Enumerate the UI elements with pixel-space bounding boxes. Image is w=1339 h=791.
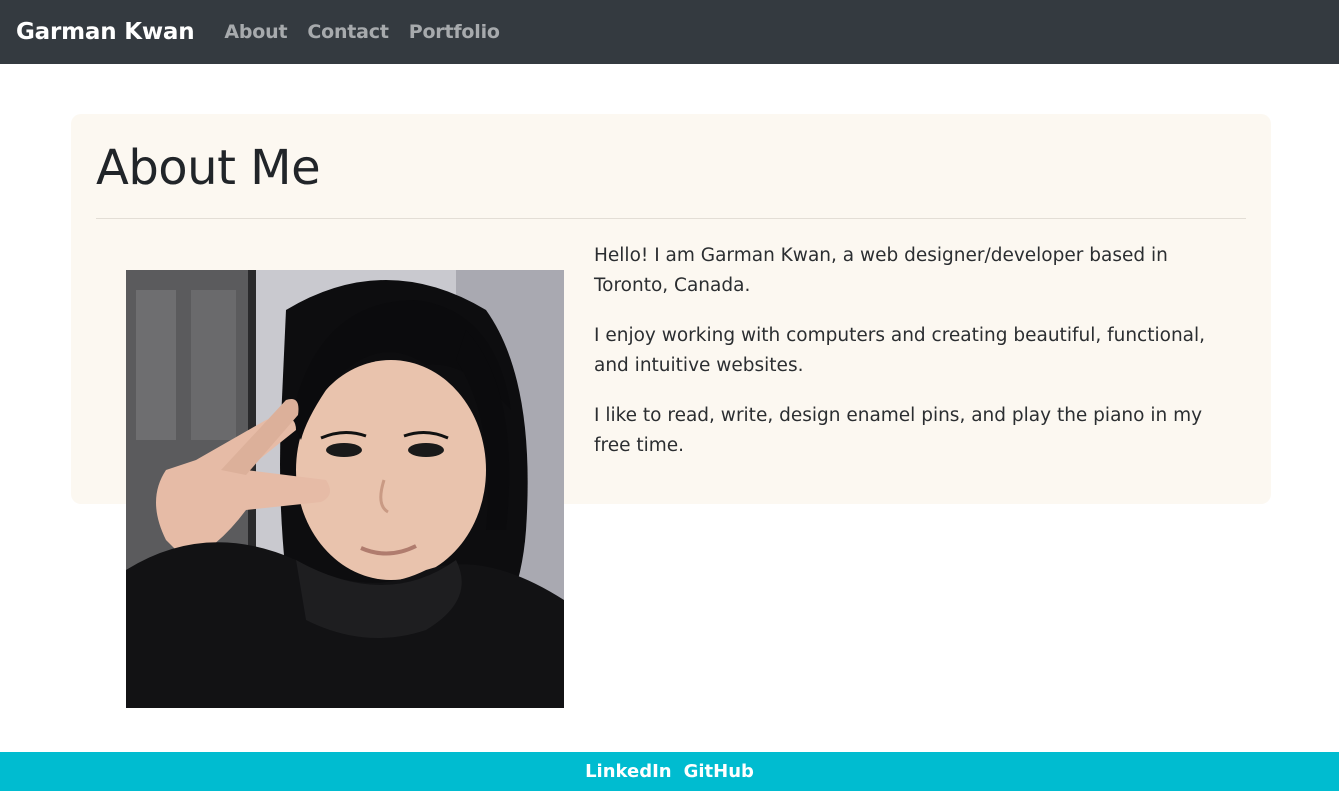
bio-text: Hello! I am Garman Kwan, a web designer/… <box>594 241 1234 481</box>
page-title: About Me <box>96 140 321 196</box>
brand-link[interactable]: Garman Kwan <box>16 19 195 45</box>
footer-link-github[interactable]: GitHub <box>684 761 754 782</box>
bio-paragraph: Hello! I am Garman Kwan, a web designer/… <box>594 245 1168 296</box>
top-navbar: Garman Kwan About Contact Portfolio <box>0 0 1339 64</box>
bio-paragraph: I like to read, write, design enamel pin… <box>594 405 1203 456</box>
footer: LinkedIn GitHub <box>0 752 1339 791</box>
title-divider <box>96 218 1246 219</box>
footer-link-linkedin[interactable]: LinkedIn <box>585 761 672 782</box>
nav-link-contact[interactable]: Contact <box>307 21 389 43</box>
nav-link-about[interactable]: About <box>224 21 287 43</box>
profile-photo-illustration <box>126 270 564 708</box>
profile-photo <box>126 270 564 708</box>
nav-link-portfolio[interactable]: Portfolio <box>409 21 500 43</box>
bio-paragraph: I enjoy working with computers and creat… <box>594 325 1206 376</box>
